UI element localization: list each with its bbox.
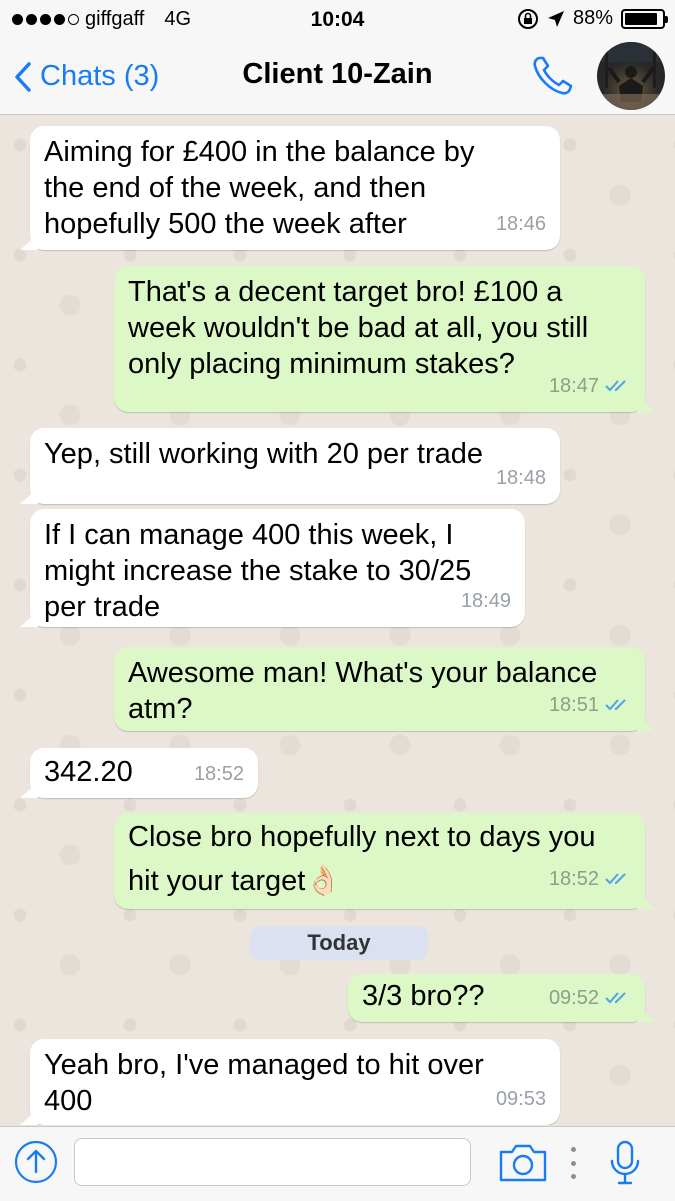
message-time: 18:47 xyxy=(548,375,599,397)
message-time: 09:53 xyxy=(495,1088,546,1110)
vertical-dots-icon[interactable] xyxy=(566,1147,580,1179)
phone-icon[interactable] xyxy=(530,54,576,98)
message-text: Yep, still working with 20 per trade xyxy=(44,438,483,470)
avatar-photo xyxy=(597,42,665,110)
double-check-icon xyxy=(605,380,626,392)
message-text: That's a decent target bro! £100 a week … xyxy=(128,276,589,380)
double-check-icon xyxy=(605,873,626,885)
status-bar: giffgaff 4G 10:04 88% xyxy=(0,0,675,38)
status-right: 88% xyxy=(517,7,668,30)
message-incoming[interactable]: 342.20 18:52 xyxy=(20,748,258,798)
message-outgoing[interactable]: Close bro hopefully next to days you hit… xyxy=(114,813,655,909)
orientation-lock-icon xyxy=(517,8,538,29)
message-time: 18:49 xyxy=(460,590,511,612)
message-time: 18:46 xyxy=(495,213,546,235)
message-text: Aiming for £400 in the balance by the en… xyxy=(44,136,475,240)
message-outgoing[interactable]: 3/3 bro?? 09:52 xyxy=(348,974,655,1022)
message-input-bar xyxy=(0,1126,675,1201)
contact-avatar[interactable] xyxy=(597,42,665,110)
date-separator: Today xyxy=(250,926,428,960)
message-input[interactable] xyxy=(74,1138,471,1186)
navigation-bar: Chats (3) Client 10-Zain xyxy=(0,38,675,115)
message-time: 09:52 xyxy=(548,987,599,1009)
message-outgoing[interactable]: Awesome man! What's your balance atm? 18… xyxy=(114,647,655,731)
message-time: 18:52 xyxy=(193,763,244,785)
message-text: Yeah bro, I've managed to hit over 400 xyxy=(44,1049,484,1117)
chat-area[interactable]: Aiming for £400 in the balance by the en… xyxy=(0,115,675,1125)
camera-icon[interactable] xyxy=(498,1141,548,1183)
message-time: 18:51 xyxy=(548,694,599,716)
message-text-body: Close bro hopefully next to days you hit… xyxy=(128,821,596,897)
message-incoming[interactable]: Aiming for £400 in the balance by the en… xyxy=(20,126,560,250)
double-check-icon xyxy=(605,699,626,711)
location-arrow-icon xyxy=(547,10,564,27)
message-incoming[interactable]: Yeah bro, I've managed to hit over 400 0… xyxy=(20,1039,560,1125)
microphone-icon[interactable] xyxy=(608,1139,642,1187)
upload-arrow-icon[interactable] xyxy=(14,1140,58,1184)
battery-percent: 88% xyxy=(572,7,613,29)
double-check-icon xyxy=(605,992,626,1004)
message-incoming[interactable]: Yep, still working with 20 per trade 18:… xyxy=(20,428,560,504)
message-outgoing[interactable]: That's a decent target bro! £100 a week … xyxy=(114,266,655,412)
message-incoming[interactable]: If I can manage 400 this week, I might i… xyxy=(20,509,525,627)
message-time: 18:52 xyxy=(548,868,599,890)
battery-icon xyxy=(621,8,668,29)
message-text: If I can manage 400 this week, I might i… xyxy=(44,519,472,623)
ok-hand-emoji: 👌🏻 xyxy=(305,865,342,897)
message-time: 18:48 xyxy=(495,467,546,489)
